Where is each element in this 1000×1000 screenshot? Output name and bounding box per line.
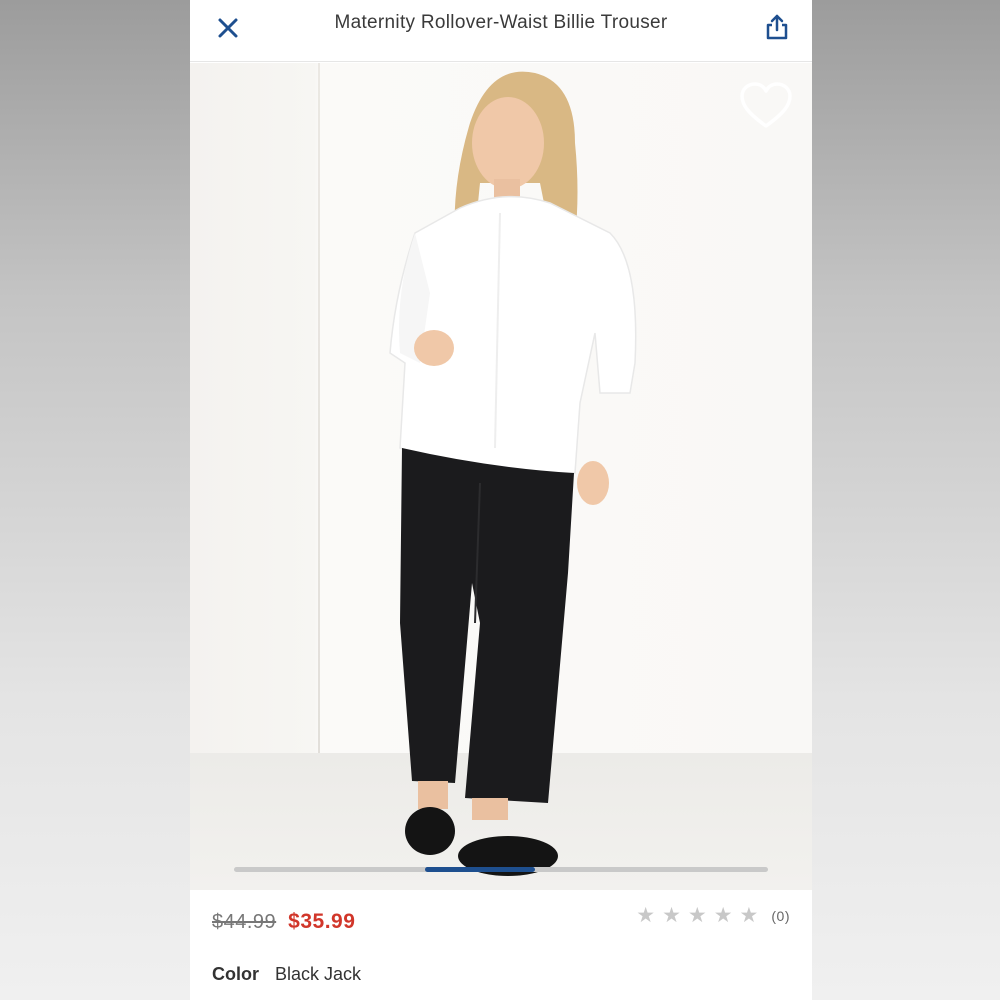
star-icon: ★ bbox=[739, 904, 759, 927]
heart-outline-icon bbox=[740, 82, 792, 128]
product-image[interactable] bbox=[190, 63, 812, 890]
page-title: Maternity Rollover-Waist Billie Trouser bbox=[334, 12, 668, 33]
star-icon: ★ bbox=[687, 904, 707, 927]
carousel-position-thumb bbox=[425, 867, 535, 872]
close-icon bbox=[218, 18, 238, 38]
image-carousel-indicator[interactable] bbox=[234, 867, 768, 872]
price-row: $44.99 $35.99 bbox=[212, 910, 355, 934]
top-bar: Maternity Rollover-Waist Billie Trouser bbox=[190, 0, 812, 62]
star-icon: ★ bbox=[662, 904, 681, 927]
review-count: (0) bbox=[771, 907, 790, 924]
color-label: Color bbox=[212, 964, 259, 984]
favorite-button[interactable] bbox=[738, 81, 794, 131]
close-button[interactable] bbox=[212, 12, 244, 44]
background-left bbox=[0, 0, 190, 1000]
star-icon: ★ bbox=[713, 904, 733, 927]
rating[interactable]: ★ ★ ★ ★ ★ (0) bbox=[636, 905, 790, 926]
model-figure bbox=[389, 71, 637, 876]
color-value: Black Jack bbox=[275, 964, 362, 984]
original-price: $44.99 bbox=[212, 911, 277, 933]
share-icon bbox=[766, 14, 788, 40]
product-screen: Maternity Rollover-Waist Billie Trouser bbox=[190, 0, 812, 1000]
sale-price: $35.99 bbox=[288, 910, 356, 933]
background-right bbox=[812, 0, 1000, 1000]
share-button[interactable] bbox=[760, 10, 794, 44]
star-icon: ★ bbox=[636, 904, 656, 927]
color-selector: Color Black Jack bbox=[212, 964, 361, 985]
